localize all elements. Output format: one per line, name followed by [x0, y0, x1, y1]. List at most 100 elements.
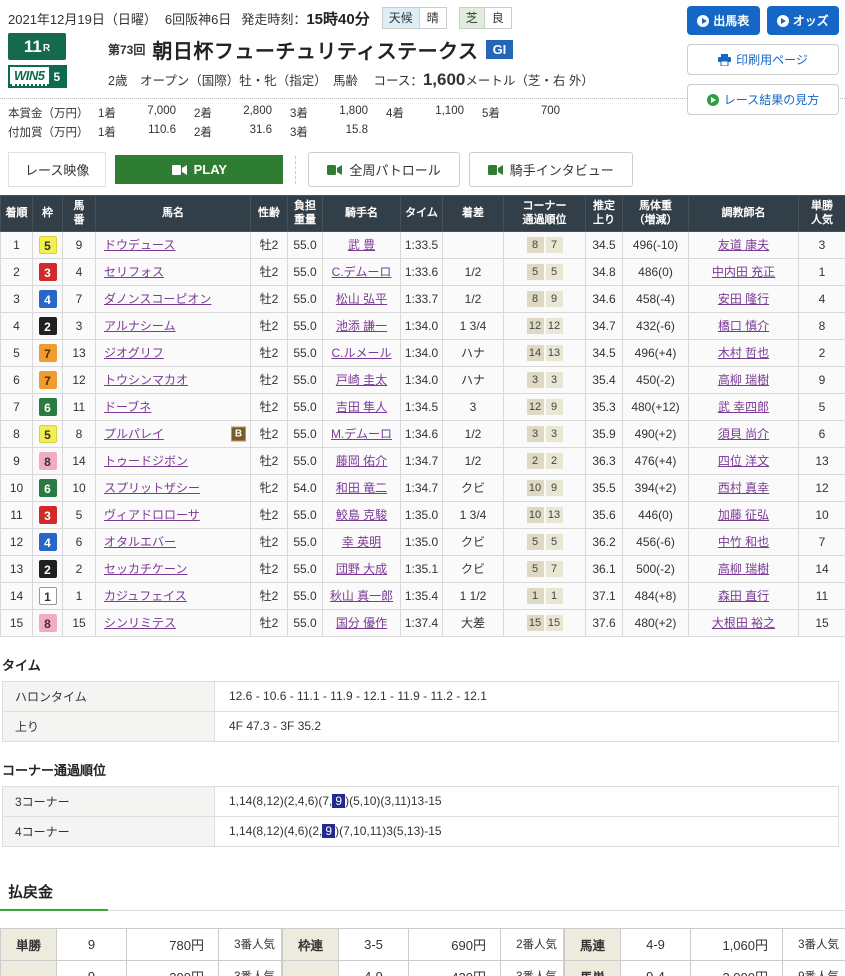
trainer-link[interactable]: 武 幸四郎 [718, 400, 769, 414]
col-header-horse-no: 馬番 [63, 196, 96, 232]
bonus-label: 付加賞（万円） [8, 124, 98, 140]
trainer-link[interactable]: 橋口 慎介 [718, 319, 769, 333]
trainer-link[interactable]: 森田 直行 [718, 589, 769, 603]
result-guide-button[interactable]: レース結果の見方 [687, 84, 839, 115]
race-time: 1:33.5 [401, 231, 443, 258]
frame-cell: 8 [33, 447, 63, 474]
jockey-link[interactable]: 幸 英明 [342, 535, 381, 549]
trainer-link[interactable]: 大根田 裕之 [712, 616, 775, 630]
horse-name-link[interactable]: アルナシーム [104, 319, 176, 333]
popularity: 9 [799, 366, 845, 393]
trainer-link[interactable]: 加藤 征弘 [718, 508, 769, 522]
payout-pop: 3番人気 [783, 928, 845, 960]
trainer-link[interactable]: 西村 真幸 [718, 481, 769, 495]
jockey-link[interactable]: 藤岡 佑介 [336, 454, 387, 468]
frame-cell: 5 [33, 231, 63, 258]
jockey-cell: 国分 優作 [323, 609, 401, 636]
jockey-link[interactable]: 戸崎 圭太 [336, 373, 387, 387]
jockey-cell: 吉田 隼人 [323, 393, 401, 420]
trainer-cell: 安田 隆行 [689, 285, 799, 312]
trainer-link[interactable]: 四位 洋文 [718, 454, 769, 468]
trainer-link[interactable]: 安田 隆行 [718, 292, 769, 306]
jockey-cell: 藤岡 佑介 [323, 447, 401, 474]
last-3f: 35.3 [586, 393, 623, 420]
jockey-link[interactable]: C.ルメール [331, 346, 391, 360]
jockey-link[interactable]: 武 豊 [348, 238, 375, 252]
jockey-link[interactable]: 国分 優作 [336, 616, 387, 630]
table-row: 159ドウデュース牡255.0武 豊1:33.58734.5496(-10)友道… [1, 231, 845, 258]
frame-badge: 2 [39, 560, 57, 578]
sex-age: 牡2 [251, 555, 288, 582]
jockey-link[interactable]: 松山 弘平 [336, 292, 387, 306]
video-camera-icon [172, 165, 187, 175]
horse-name-link[interactable]: シンリミテス [104, 616, 176, 630]
horse-name-link[interactable]: カジュフェイス [104, 589, 187, 603]
frame-cell: 7 [33, 366, 63, 393]
horse-name-link[interactable]: セリフォス [104, 265, 164, 279]
margin: クビ [443, 528, 504, 555]
trainer-link[interactable]: 友道 康夫 [718, 238, 769, 252]
race-video-button[interactable]: レース映像 [8, 152, 106, 187]
horse-name-link[interactable]: プルパレイ [104, 427, 164, 441]
horse-number: 5 [63, 501, 96, 528]
sex-age: 牡2 [251, 231, 288, 258]
trainer-link[interactable]: 須貝 尚介 [718, 427, 769, 441]
horse-name-link[interactable]: ドウデュース [104, 238, 175, 252]
trainer-link[interactable]: 高柳 瑞樹 [718, 562, 769, 576]
horse-number: 9 [63, 231, 96, 258]
horse-name-link[interactable]: ダノンスコーピオン [104, 292, 211, 306]
jockey-link[interactable]: 池添 謙一 [336, 319, 387, 333]
horse-name-link[interactable]: スプリットザシー [104, 481, 200, 495]
jockey-link[interactable]: 秋山 真一郎 [330, 589, 393, 603]
horse-name-link[interactable]: オタルエバー [104, 535, 176, 549]
play-button[interactable]: PLAY [115, 155, 283, 184]
corner-pos-1: 12 [527, 318, 544, 334]
trainer-link[interactable]: 中竹 和也 [718, 535, 769, 549]
jockey-link[interactable]: 和田 竜二 [336, 481, 387, 495]
load-weight: 55.0 [288, 582, 323, 609]
horse-name-link[interactable]: セッカチケーン [104, 562, 187, 576]
entries-button[interactable]: 出馬表 [687, 6, 760, 35]
last-3f: 34.6 [586, 285, 623, 312]
trainer-link[interactable]: 木村 哲也 [718, 346, 769, 360]
jockey-link[interactable]: C.デムーロ [332, 265, 392, 279]
horse-name-link[interactable]: ジオグリフ [104, 346, 164, 360]
load-weight: 55.0 [288, 609, 323, 636]
jockey-link[interactable]: 団野 大成 [336, 562, 387, 576]
race-date: 2021年12月19日（日曜） [8, 9, 157, 28]
bonus-amount: 110.6 [132, 124, 176, 140]
print-page-button[interactable]: 印刷用ページ [687, 44, 839, 75]
payout-table: 馬連4-91,060円3番人気馬単9-43,000円9番人気3連複4-7-92,… [564, 928, 845, 976]
horse-name-link[interactable]: トウシンマカオ [104, 373, 188, 387]
payout-type-label: ワイド [283, 960, 339, 976]
col-header-jockey: 騎手名 [323, 196, 401, 232]
table-row: 3コーナー 1,14(8,12)(2,4,6)(7,9)(5,10)(3,11)… [3, 786, 839, 816]
table-row: 5713ジオグリフ牡255.0C.ルメール1:34.0ハナ141334.5496… [1, 339, 845, 366]
body-weight: 450(-2) [623, 366, 689, 393]
results-header-row: 着順枠馬番馬名性齢負担重量騎手名タイム着差コーナー通過順位推定上り馬体重（増減）… [1, 196, 845, 232]
trainer-link[interactable]: 中内田 充正 [712, 265, 775, 279]
jockey-link[interactable]: M.デムーロ [331, 427, 392, 441]
frame-badge: 4 [39, 533, 57, 551]
jockey-interview-button[interactable]: 騎手インタビュー [469, 152, 633, 187]
jockey-cell: 和田 竜二 [323, 474, 401, 501]
corner-pos-2: 13 [546, 345, 563, 361]
trainer-cell: 四位 洋文 [689, 447, 799, 474]
load-weight: 55.0 [288, 393, 323, 420]
jockey-link[interactable]: 鮫島 克駿 [336, 508, 387, 522]
jockey-link[interactable]: 吉田 隼人 [336, 400, 387, 414]
table-row: 1135ヴィアドロローサ牡255.0鮫島 克駿1:35.01 3/4101335… [1, 501, 845, 528]
course-unit: メートル（芝・右 外） [465, 74, 593, 88]
horse-name-link[interactable]: トゥードジボン [104, 454, 188, 468]
patrol-video-button[interactable]: 全周パトロール [308, 152, 459, 187]
jockey-cell: 池添 謙一 [323, 312, 401, 339]
corner-pos-2: 5 [546, 264, 563, 280]
horse-name-link[interactable]: ヴィアドロローサ [104, 508, 200, 522]
horse-name-cell: ドウデュース [96, 231, 251, 258]
blinker-badge: B [231, 426, 246, 441]
trainer-link[interactable]: 高柳 瑞樹 [718, 373, 769, 387]
horse-name-link[interactable]: ドーブネ [104, 400, 151, 414]
race-result-page: 出馬表 オッズ 印刷用ページ レース結果の見方 2021年12月19日（日曜） … [0, 0, 845, 976]
odds-button[interactable]: オッズ [767, 6, 840, 35]
table-row: 上り 4F 47.3 - 3F 35.2 [3, 711, 839, 741]
